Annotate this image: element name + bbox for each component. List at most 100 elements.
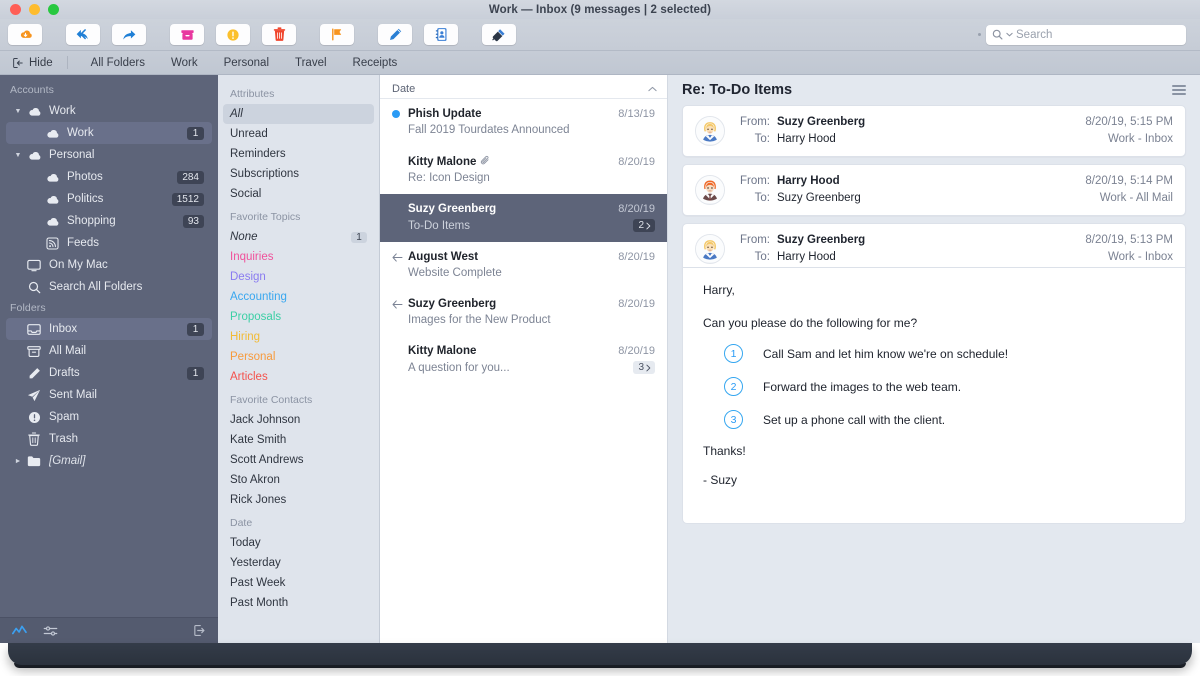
sidebar-item-personal[interactable]: ▼Personal (6, 144, 212, 166)
filter-item-scott-andrews[interactable]: Scott Andrews (223, 450, 374, 470)
message-list-rows: Phish Update 8/13/19 Fall 2019 Tourdates A… (380, 99, 667, 384)
filter-item-inquiries[interactable]: Inquiries (223, 247, 374, 267)
activity-icon[interactable] (12, 625, 27, 637)
from-value: Suzy Greenberg (777, 232, 865, 249)
flag-button[interactable] (320, 24, 354, 45)
sidebar-item-drafts[interactable]: ►Drafts1 (6, 362, 212, 384)
filter-pane[interactable]: AttributesAllUnreadRemindersSubscription… (218, 75, 380, 643)
message-mailbox: Work - Inbox (1085, 249, 1173, 266)
delete-button[interactable] (262, 24, 296, 45)
filter-item-yesterday[interactable]: Yesterday (223, 553, 374, 573)
filter-item-jack-johnson[interactable]: Jack Johnson (223, 410, 374, 430)
hide-sidebar-button[interactable]: Hide (0, 57, 65, 69)
junk-button[interactable] (216, 24, 250, 45)
message-list-item[interactable]: Kitty Malone8/20/19Re: Icon Design (380, 146, 667, 194)
get-mail-button[interactable] (8, 24, 42, 45)
reply-all-button[interactable] (66, 24, 100, 45)
thread-count-badge[interactable]: 2 (633, 219, 655, 232)
hamburger-icon[interactable] (1172, 85, 1186, 95)
sidebar-item-sent-mail[interactable]: ►Sent Mail (6, 384, 212, 406)
message-date: 8/20/19 (618, 203, 655, 215)
sidebar-item-label: Trash (49, 433, 212, 445)
replied-arrow-icon (392, 253, 400, 262)
sort-ascending-chevron-icon[interactable] (648, 86, 657, 92)
sidebar-item-shopping[interactable]: ►Shopping93 (6, 210, 212, 232)
archive-button[interactable] (170, 24, 204, 45)
sidebar-item-search-all-folders[interactable]: ►Search All Folders (6, 276, 212, 298)
filter-item-sto-akron[interactable]: Sto Akron (223, 470, 374, 490)
message-subject-preview: A question for you... (408, 362, 633, 374)
sidebar-item-work[interactable]: ▼Work (6, 100, 212, 122)
filter-item-unread[interactable]: Unread (223, 124, 374, 144)
filter-item-accounting[interactable]: Accounting (223, 287, 374, 307)
cleanup-button[interactable] (482, 24, 516, 45)
avatar (695, 234, 725, 264)
message-date: 8/13/19 (618, 108, 655, 120)
archive-box-icon (24, 345, 44, 358)
message-list-item[interactable]: Suzy Greenberg8/20/19To-Do Items2 (380, 194, 667, 242)
logout-icon[interactable] (192, 624, 206, 637)
message-list-sort-header[interactable]: Date (380, 79, 667, 99)
compose-button[interactable] (378, 24, 412, 45)
sidebar-item-politics[interactable]: ►Politics1512 (6, 188, 212, 210)
sidebar-item-all-mail[interactable]: ►All Mail (6, 340, 212, 362)
address-book-button[interactable] (424, 24, 458, 45)
filter-item-kate-smith[interactable]: Kate Smith (223, 430, 374, 450)
search-separator-dot (978, 33, 981, 36)
search-input[interactable]: Search (986, 25, 1186, 45)
fav-receipts[interactable]: Receipts (340, 57, 411, 69)
filter-item-today[interactable]: Today (223, 533, 374, 553)
chevron-down-icon[interactable]: ▼ (12, 108, 24, 115)
sidebar-item-trash[interactable]: ►Trash (6, 428, 212, 450)
filter-item-design[interactable]: Design (223, 267, 374, 287)
sort-field-label: Date (392, 83, 648, 95)
chevron-down-icon[interactable]: ▼ (12, 152, 24, 159)
todo-item: 2Forward the images to the web team. (703, 377, 1165, 396)
sidebar-item-work[interactable]: ►Work1 (6, 122, 212, 144)
filter-item-label: Accounting (230, 291, 367, 303)
sidebar-item-label: All Mail (49, 345, 212, 357)
filter-item-reminders[interactable]: Reminders (223, 144, 374, 164)
filter-item-articles[interactable]: Articles (223, 367, 374, 387)
thread-message-header[interactable]: From:Suzy GreenbergTo:Harry Hood8/20/19,… (682, 105, 1186, 157)
sidebar-footer (0, 617, 218, 643)
message-list-item[interactable]: Suzy Greenberg8/20/19Images for the New … (380, 289, 667, 336)
message-subject-preview: Fall 2019 Tourdates Announced (408, 124, 655, 136)
fav-work[interactable]: Work (158, 57, 211, 69)
sidebar-item-inbox[interactable]: ►Inbox1 (6, 318, 212, 340)
message-list-item[interactable]: Kitty Malone8/20/19A question for you...… (380, 336, 667, 384)
search-scope-chevron-icon[interactable] (1006, 32, 1013, 37)
sidebar-item-label: Politics (67, 193, 172, 205)
filter-item-rick-jones[interactable]: Rick Jones (223, 490, 374, 510)
filter-item-none[interactable]: None1 (223, 227, 374, 247)
sidebar-scroll-area[interactable]: Accounts▼Work►Work1▼Personal►Photos284►P… (0, 75, 218, 617)
filter-item-social[interactable]: Social (223, 184, 374, 204)
forward-button[interactable] (112, 24, 146, 45)
fav-personal[interactable]: Personal (211, 57, 282, 69)
thread-message-header[interactable]: From:Harry HoodTo:Suzy Greenberg8/20/19,… (682, 164, 1186, 216)
filter-item-subscriptions[interactable]: Subscriptions (223, 164, 374, 184)
fav-travel[interactable]: Travel (282, 57, 340, 69)
filter-item-past-week[interactable]: Past Week (223, 573, 374, 593)
mailbox-sidebar: Accounts▼Work►Work1▼Personal►Photos284►P… (0, 75, 218, 643)
sidebar-item-on-my-mac[interactable]: ►On My Mac (6, 254, 212, 276)
sliders-icon[interactable] (43, 625, 58, 637)
search-area: Search (978, 25, 1186, 45)
filter-item-proposals[interactable]: Proposals (223, 307, 374, 327)
sidebar-item-feeds[interactable]: ►Feeds (6, 232, 212, 254)
sidebar-item-gmail[interactable]: ►[Gmail] (6, 450, 212, 472)
sidebar-item-spam[interactable]: ►Spam (6, 406, 212, 428)
message-list: Date Phish Update 8/13/19 Fall 2019 Tourda… (380, 75, 668, 643)
thread-count-badge[interactable]: 3 (633, 361, 655, 374)
filter-item-all[interactable]: All (223, 104, 374, 124)
filter-item-personal[interactable]: Personal (223, 347, 374, 367)
filter-item-past-month[interactable]: Past Month (223, 593, 374, 613)
message-list-item[interactable]: August West8/20/19Website Complete (380, 242, 667, 289)
message-list-item[interactable]: Phish Update 8/13/19 Fall 2019 Tourdates A… (380, 99, 667, 146)
chevron-right-icon[interactable]: ► (12, 458, 24, 465)
message-sender-text: Phish Update (408, 108, 481, 120)
fav-all-folders[interactable]: All Folders (78, 57, 158, 69)
message-date: 8/20/19 (618, 298, 655, 310)
filter-item-hiring[interactable]: Hiring (223, 327, 374, 347)
sidebar-item-photos[interactable]: ►Photos284 (6, 166, 212, 188)
